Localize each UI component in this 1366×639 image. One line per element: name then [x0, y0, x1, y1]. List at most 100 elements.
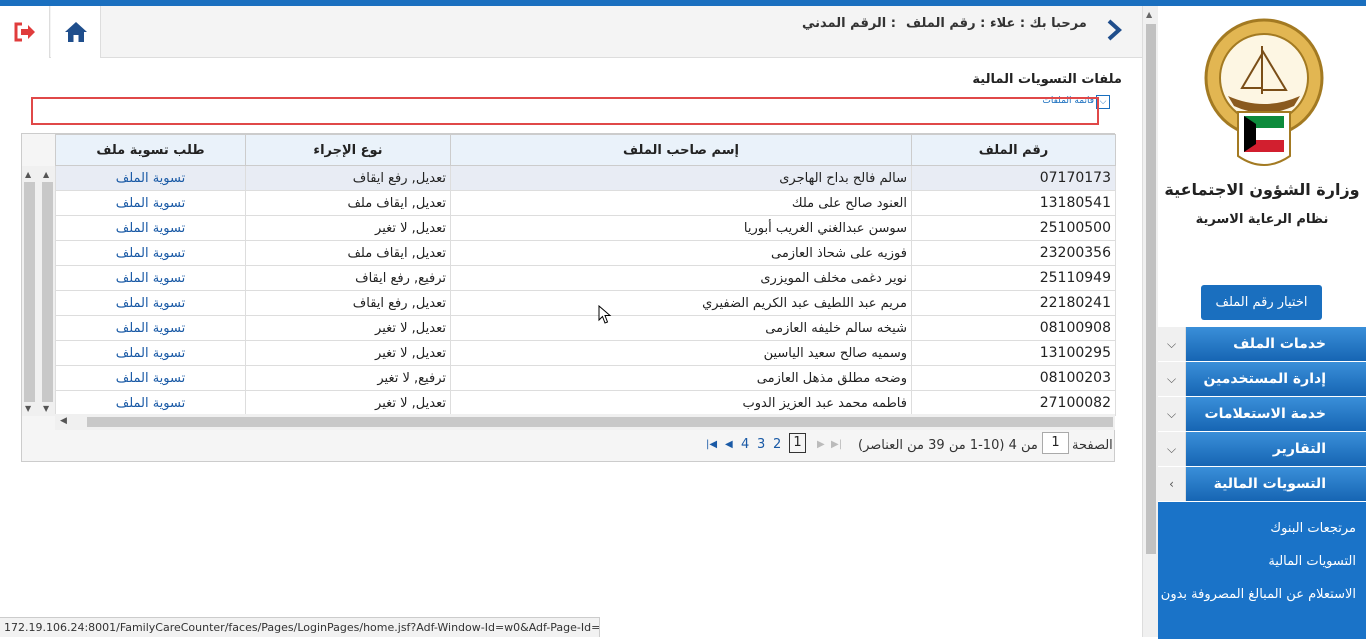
settlement-link[interactable]: تسوية الملف — [55, 190, 246, 216]
page-range-text: من 4 (10-1 من 39 من العناصر) — [858, 438, 1038, 453]
scroll-left-icon[interactable]: ◀ — [60, 416, 67, 426]
page-link[interactable]: 3 — [757, 437, 765, 452]
table-row[interactable]: تسوية الملف تعديل, لا تغير شيخه سالم خليفه… — [55, 315, 1116, 341]
mouse-cursor-icon — [598, 305, 612, 324]
table-row[interactable]: تسوية الملف ترفيع, لا تغير وضحه مطلق مذهل … — [55, 365, 1116, 391]
status-bar-url: 172.19.106.24:8001/FamilyCareCounter/fac… — [0, 617, 600, 637]
pagination: الصفحة 1 من 4 (10-1 من 39 من العناصر) ▶|… — [22, 430, 1114, 462]
table-row[interactable]: تسوية الملف تعديل, لا تغير سوسن عبدالغني ا… — [55, 215, 1116, 241]
settlement-link[interactable]: تسوية الملف — [55, 340, 246, 366]
logout-icon — [14, 22, 35, 42]
owner-name-cell: فاطمه محمد عبد العزيز الدوب — [450, 390, 912, 416]
settlement-link[interactable]: تسوية الملف — [55, 315, 246, 341]
table-row[interactable]: تسوية الملف تعديل, ايقاف ملف فوزيه على شحا… — [55, 240, 1116, 266]
page-scrollbar[interactable]: ▲ — [1142, 6, 1158, 637]
action-type-cell: تعديل, لا تغير — [245, 390, 451, 416]
submenu-item-settlements[interactable]: التسويات المالية — [1158, 545, 1366, 578]
menu-item-inquiries[interactable]: ⌵ خدمة الاستعلامات — [1158, 397, 1366, 431]
settlement-link[interactable]: تسوية الملف — [55, 290, 246, 316]
table-row[interactable]: تسوية الملف تعديل, رفع ايقاف مريم عبد اللط… — [55, 290, 1116, 316]
owner-name-cell: العنود صالح على ملك — [450, 190, 912, 216]
file-number-cell: 08100908 — [911, 315, 1116, 341]
last-page-icon[interactable]: ▶| — [831, 439, 842, 450]
previous-page-icon[interactable]: ◀ — [725, 439, 733, 450]
submenu: مرتجعات البنوك التسويات المالية الاستعلا… — [1158, 502, 1366, 639]
choose-file-button[interactable]: اختيار رقم الملف — [1201, 285, 1322, 320]
page-scrollbar-thumb[interactable] — [1146, 24, 1156, 554]
ministry-name: وزارة الشؤون الاجتماعية — [1164, 180, 1360, 199]
action-type-cell: تعديل, ايقاف ملف — [245, 190, 451, 216]
settlement-link[interactable]: تسوية الملف — [55, 265, 246, 291]
table-scrollbar-thumb[interactable] — [42, 182, 53, 402]
settlement-link[interactable]: تسوية الملف — [55, 165, 246, 191]
file-number-cell: 08100203 — [911, 365, 1116, 391]
settlement-link[interactable]: تسوية الملف — [55, 365, 246, 391]
settlement-link[interactable]: تسوية الملف — [55, 240, 246, 266]
logout-button[interactable] — [0, 6, 50, 58]
scroll-down-icon[interactable]: ▼ — [43, 404, 49, 413]
column-header-action-type[interactable]: نوع الإجراء — [245, 134, 451, 166]
welcome-text: مرحبا بك : علاء — [990, 16, 1087, 31]
file-number-cell: 27100082 — [911, 390, 1116, 416]
chevron-left-icon[interactable]: ‹ — [1158, 467, 1186, 501]
file-number-cell: 07170173 — [911, 165, 1116, 191]
column-header-settlement[interactable]: طلب تسوية ملف — [55, 134, 246, 166]
scroll-up-icon[interactable]: ▲ — [25, 170, 31, 179]
owner-name-cell: شيخه سالم خليفه العازمى — [450, 315, 912, 341]
menu-item-file-services[interactable]: ⌵ خدمات الملف — [1158, 327, 1366, 361]
scroll-down-icon[interactable]: ▼ — [25, 404, 31, 413]
action-type-cell: ترفيع, رفع ايقاف — [245, 265, 451, 291]
table-row[interactable]: تسوية الملف تعديل, لا تغير وسميه صالح سعيد… — [55, 340, 1116, 366]
chevron-down-icon[interactable]: ⌵ — [1158, 397, 1186, 431]
menu-item-label: التسويات المالية — [1213, 476, 1326, 492]
scroll-up-icon[interactable]: ▲ — [43, 170, 49, 179]
action-type-cell: تعديل, لا تغير — [245, 340, 451, 366]
menu-item-label: التقارير — [1272, 441, 1326, 457]
file-number-cell: 22180241 — [911, 290, 1116, 316]
files-table-grid: طلب تسوية ملف نوع الإجراء إسم صاحب الملف… — [55, 134, 1116, 416]
next-page-icon[interactable]: ▶ — [817, 439, 825, 450]
ministry-emblem — [1204, 18, 1324, 166]
column-header-owner-name[interactable]: إسم صاحب الملف — [450, 134, 912, 166]
page-number-input[interactable]: 1 — [1042, 432, 1069, 454]
sidebar-menu: ⌵ خدمات الملف ⌵ إدارة المستخدمين ⌵ خدمة … — [1158, 327, 1366, 639]
submenu-item-inquiry-paid-amounts[interactable]: الاستعلام عن المبالغ المصروفة بدون — [1158, 578, 1366, 611]
column-header-file-number[interactable]: رقم الملف — [911, 134, 1116, 166]
first-page-icon[interactable]: |◀ — [706, 439, 717, 450]
table-row[interactable]: تسوية الملف تعديل, رفع ايقاف سالم فالح بدا… — [55, 165, 1116, 191]
action-type-cell: تعديل, ايقاف ملف — [245, 240, 451, 266]
table-horizontal-scrollbar[interactable]: ◀ — [55, 414, 1115, 430]
menu-item-label: إدارة المستخدمين — [1203, 371, 1326, 387]
home-button[interactable] — [51, 6, 101, 58]
action-type-cell: تعديل, لا تغير — [245, 315, 451, 341]
scroll-up-icon[interactable]: ▲ — [1146, 10, 1152, 19]
file-number-cell: 25110949 — [911, 265, 1116, 291]
menu-item-financial-settlements[interactable]: ‹ التسويات المالية — [1158, 467, 1366, 501]
owner-name-cell: وضحه مطلق مذهل العازمى — [450, 365, 912, 391]
submenu-item-bank-returns[interactable]: مرتجعات البنوك — [1158, 512, 1366, 545]
chevron-down-icon[interactable]: ⌵ — [1158, 362, 1186, 396]
settlement-link[interactable]: تسوية الملف — [55, 390, 246, 416]
action-type-cell: تعديل, رفع ايقاف — [245, 290, 451, 316]
chevron-down-icon[interactable]: ⌵ — [1158, 327, 1186, 361]
table-vertical-scrollbar[interactable]: ▲ ▲ ▼ ▼ — [22, 166, 55, 416]
sidebar: وزارة الشؤون الاجتماعية نظام الرعاية الا… — [1158, 6, 1366, 639]
table-hscroll-thumb[interactable] — [87, 417, 1113, 427]
page-link-current[interactable]: 1 — [789, 433, 806, 453]
table-row[interactable]: تسوية الملف تعديل, ايقاف ملف العنود صالح ع… — [55, 190, 1116, 216]
file-number-cell: 23200356 — [911, 240, 1116, 266]
table-scrollbar-thumb[interactable] — [24, 182, 35, 402]
chevron-down-icon[interactable]: ⌵ — [1158, 432, 1186, 466]
table-row[interactable]: تسوية الملف تعديل, لا تغير فاطمه محمد عبد … — [55, 390, 1116, 416]
file-number-label: رقم الملف : — [906, 16, 986, 31]
page-link[interactable]: 2 — [773, 437, 781, 452]
menu-item-user-management[interactable]: ⌵ إدارة المستخدمين — [1158, 362, 1366, 396]
action-type-cell: تعديل, لا تغير — [245, 215, 451, 241]
page-link[interactable]: 4 — [741, 437, 749, 452]
chevron-right-icon[interactable] — [1100, 16, 1128, 44]
menu-item-reports[interactable]: ⌵ التقارير — [1158, 432, 1366, 466]
table-row[interactable]: تسوية الملف ترفيع, رفع ايقاف نوير دغمى مخل… — [55, 265, 1116, 291]
settlement-link[interactable]: تسوية الملف — [55, 215, 246, 241]
system-name: نظام الرعاية الاسرية — [1195, 212, 1329, 227]
owner-name-cell: سوسن عبدالغني الغريب أبوريا — [450, 215, 912, 241]
